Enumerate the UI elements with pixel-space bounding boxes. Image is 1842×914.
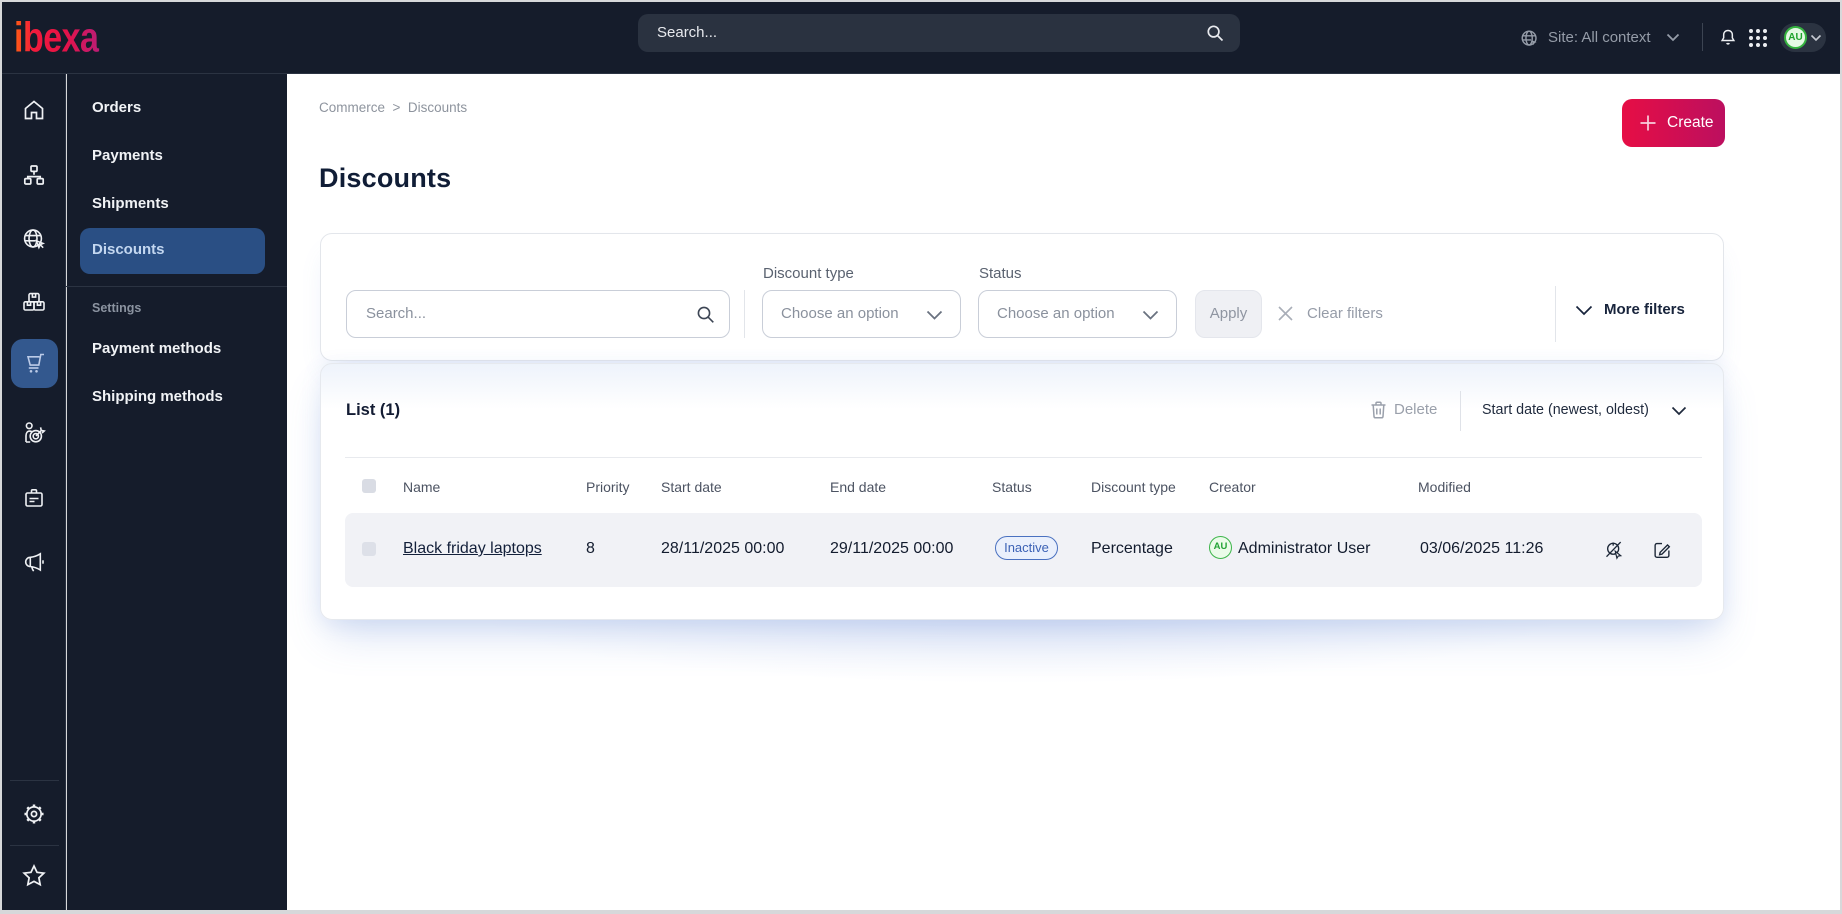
svg-text:ibexa: ibexa [14, 15, 100, 59]
